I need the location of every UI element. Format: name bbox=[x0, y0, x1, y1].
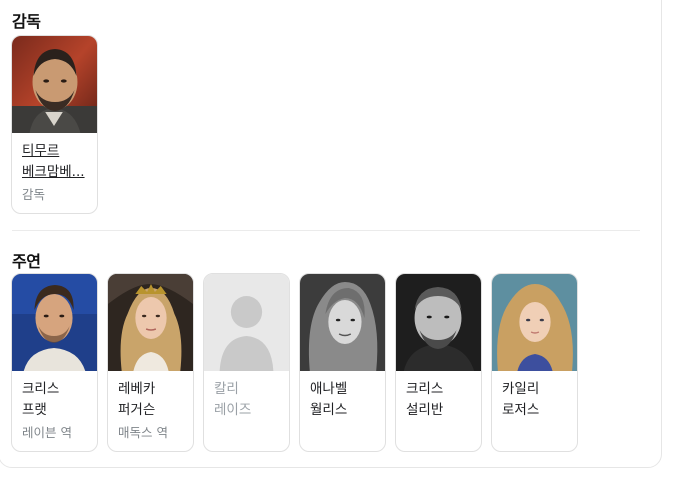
cast-name[interactable]: 카일리 로저스 bbox=[492, 379, 577, 421]
director-section-title: 감독 bbox=[12, 12, 41, 31]
director-role: 감독 bbox=[22, 187, 46, 202]
cast-card[interactable]: 레베카 퍼거슨 매독스 역 bbox=[107, 273, 194, 452]
placeholder-silhouette-icon bbox=[204, 274, 289, 371]
cast-name[interactable]: 크리스 설리반 bbox=[396, 379, 481, 421]
cast-card[interactable]: 크리스 설리반 bbox=[395, 273, 482, 452]
cast-card[interactable]: 애나벨 월리스 bbox=[299, 273, 386, 452]
cast-card[interactable]: 크리스 프랫 레이븐 역 bbox=[11, 273, 98, 452]
cast-name[interactable]: 칼리 레이즈 bbox=[204, 379, 289, 421]
section-divider bbox=[12, 230, 640, 231]
actor-photo bbox=[492, 274, 577, 371]
cast-section-title: 주연 bbox=[12, 252, 41, 271]
actor-photo bbox=[300, 274, 385, 371]
cast-role: 매독스 역 bbox=[118, 425, 168, 440]
cast-card[interactable]: 카일리 로저스 bbox=[491, 273, 578, 452]
cast-name[interactable]: 레베카 퍼거슨 bbox=[108, 379, 193, 421]
actor-photo bbox=[12, 274, 97, 371]
director-photo bbox=[12, 36, 97, 133]
cast-name[interactable]: 애나벨 월리스 bbox=[300, 379, 385, 421]
director-card[interactable]: 티무르 베크맘베... 감독 bbox=[11, 35, 98, 214]
cast-role: 레이븐 역 bbox=[22, 425, 72, 440]
cast-card[interactable]: 칼리 레이즈 bbox=[203, 273, 290, 452]
director-name[interactable]: 티무르 베크맘베... bbox=[12, 141, 97, 183]
actor-photo bbox=[108, 274, 193, 371]
cast-name[interactable]: 크리스 프랫 bbox=[12, 379, 97, 421]
actor-photo bbox=[396, 274, 481, 371]
